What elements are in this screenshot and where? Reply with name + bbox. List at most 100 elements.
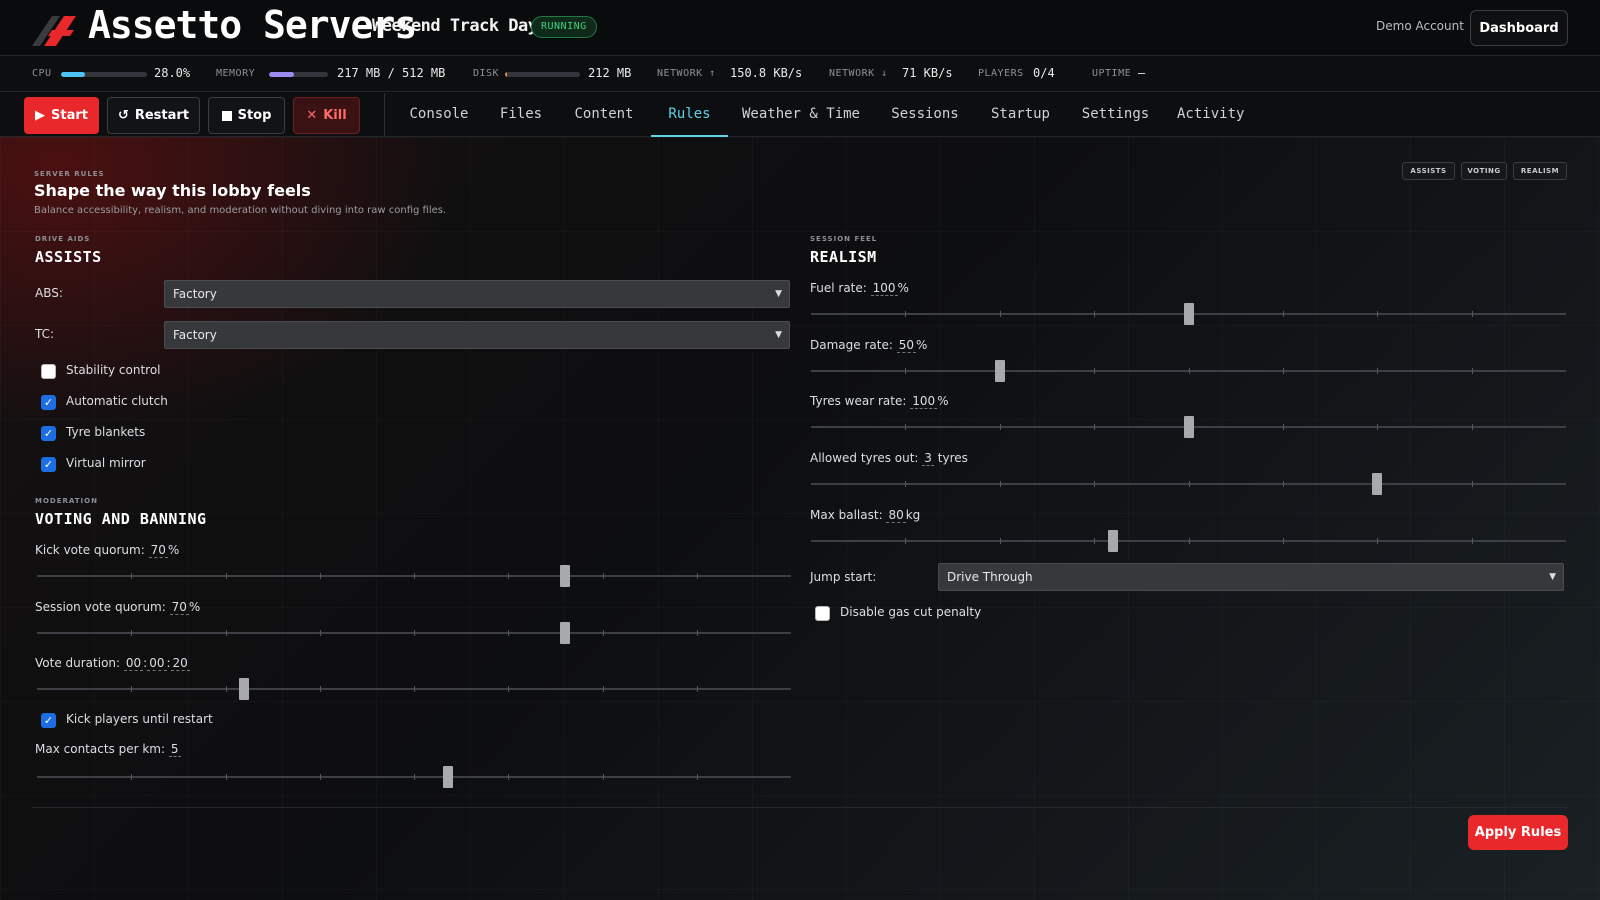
dashboard-button[interactable]: Dashboard [1470,10,1568,46]
max-contacts-slider[interactable] [37,766,791,788]
toolbar-divider [384,93,385,137]
slider-tick [1094,424,1095,430]
max-ballast-slider[interactable] [811,530,1566,552]
cpu-value: 28.0% [154,66,191,80]
slider-thumb[interactable] [239,678,249,700]
account-name[interactable]: Demo Account [1376,19,1464,33]
abs-select-value: Factory [173,287,217,301]
slider-tick [1094,311,1095,317]
slider-tick [603,630,604,636]
slider-tick [1189,538,1190,544]
assists-title: ASSISTS [35,248,102,266]
abs-select[interactable]: Factory ▼ [164,280,790,308]
max-contacts-input[interactable]: 5 [168,742,181,757]
chip-realism[interactable]: REALISM [1513,162,1567,180]
slider-tick [508,774,509,780]
max-ballast-label: Max ballast: [810,508,883,522]
kick-quorum-label: Kick vote quorum: [35,543,145,557]
chip-voting[interactable]: VOTING [1461,162,1507,180]
stop-label: Stop [237,108,272,123]
slider-tick [414,573,415,579]
tyres-out-input[interactable]: 3 [922,451,934,466]
damage-rate-slider[interactable] [811,360,1566,382]
disk-value: 212 MB [588,66,632,80]
tyre-blankets-checkbox[interactable]: ✓ [41,426,56,441]
disk-label: DISK [473,68,500,79]
slider-tick [414,630,415,636]
tab-settings[interactable]: Settings [1079,93,1152,137]
tyres-out-label: Allowed tyres out: [810,451,919,465]
slider-thumb[interactable] [560,622,570,644]
slider-thumb[interactable] [1372,473,1382,495]
slider-thumb[interactable] [995,360,1005,382]
automatic-clutch-label: Automatic clutch [66,394,168,408]
session-quorum-input[interactable]: 70 [169,600,189,615]
slider-tick [1189,368,1190,374]
slider-tick [1094,538,1095,544]
slider-thumb[interactable] [1108,530,1118,552]
max-ballast-unit: kg [905,508,921,522]
slider-tick [1472,481,1473,487]
slider-tick [905,424,906,430]
session-quorum-slider[interactable] [37,622,791,644]
server-name: Weekend Track Day [372,16,538,36]
tab-rules[interactable]: Rules [651,93,728,137]
vote-duration-seconds[interactable]: 20 [170,656,190,671]
slider-thumb[interactable] [1184,416,1194,438]
vote-duration-hours[interactable]: 00 [123,656,144,671]
tc-select[interactable]: Factory ▼ [164,321,790,349]
kill-button[interactable]: ✕ Kill [293,97,360,134]
tab-content[interactable]: Content [566,93,642,137]
slider-tick [603,774,604,780]
slider-tick [508,686,509,692]
chip-assists[interactable]: ASSISTS [1402,162,1455,180]
max-ballast-input[interactable]: 80 [886,508,906,523]
disable-gas-cut-label: Disable gas cut penalty [840,605,982,619]
stability-control-checkbox[interactable] [41,364,56,379]
jump-start-select[interactable]: Drive Through ▼ [938,563,1564,591]
tyre-wear-slider[interactable] [811,416,1566,438]
slider-tick [697,630,698,636]
brand-title: Assetto Servers [88,3,417,47]
restart-button[interactable]: ↺ Restart [107,97,200,134]
slider-thumb[interactable] [443,766,453,788]
fuel-rate-input[interactable]: 100 [870,281,898,296]
disable-gas-cut-checkbox[interactable] [815,606,830,621]
kick-until-restart-checkbox[interactable]: ✓ [41,713,56,728]
slider-tick [508,630,509,636]
brand-logo-icon [32,16,76,46]
vote-duration-label: Vote duration: [35,656,121,670]
network-down-value: 71 KB/s [902,66,953,80]
jump-start-label: Jump start: [810,570,877,584]
tab-console[interactable]: Console [400,93,478,137]
network-up-value: 150.8 KB/s [730,66,803,80]
vote-duration-slider[interactable] [37,678,791,700]
automatic-clutch-checkbox[interactable]: ✓ [41,395,56,410]
vote-duration-minutes[interactable]: 00 [147,656,167,671]
tab-sessions[interactable]: Sessions [889,93,961,137]
check-icon: ✓ [43,458,54,471]
kick-quorum-input[interactable]: 70 [148,543,168,558]
virtual-mirror-checkbox[interactable]: ✓ [41,457,56,472]
tyre-wear-input[interactable]: 100 [910,394,938,409]
start-button[interactable]: ▶ Start [24,97,99,134]
tyre-wear-label: Tyres wear rate: [810,394,907,408]
slider-tick [1000,311,1001,317]
tab-files[interactable]: Files [491,93,551,137]
page-title: Shape the way this lobby feels [34,181,311,200]
tyres-out-slider[interactable] [811,473,1566,495]
slider-thumb[interactable] [560,565,570,587]
realism-kicker: SESSION FEEL [810,235,878,243]
tab-activity[interactable]: Activity [1177,93,1244,137]
slider-thumb[interactable] [1184,303,1194,325]
damage-rate-input[interactable]: 50 [896,338,916,353]
stop-button[interactable]: Stop [208,97,285,134]
vote-duration-field: Vote duration: 00:00:20 [35,656,190,671]
apply-rules-button[interactable]: Apply Rules [1468,815,1568,850]
slider-tick [1000,424,1001,430]
fuel-rate-slider[interactable] [811,303,1566,325]
tab-weather-time[interactable]: Weather & Time [741,93,861,137]
players-value: 0/4 [1033,66,1055,80]
kick-quorum-slider[interactable] [37,565,791,587]
tab-startup[interactable]: Startup [988,93,1053,137]
